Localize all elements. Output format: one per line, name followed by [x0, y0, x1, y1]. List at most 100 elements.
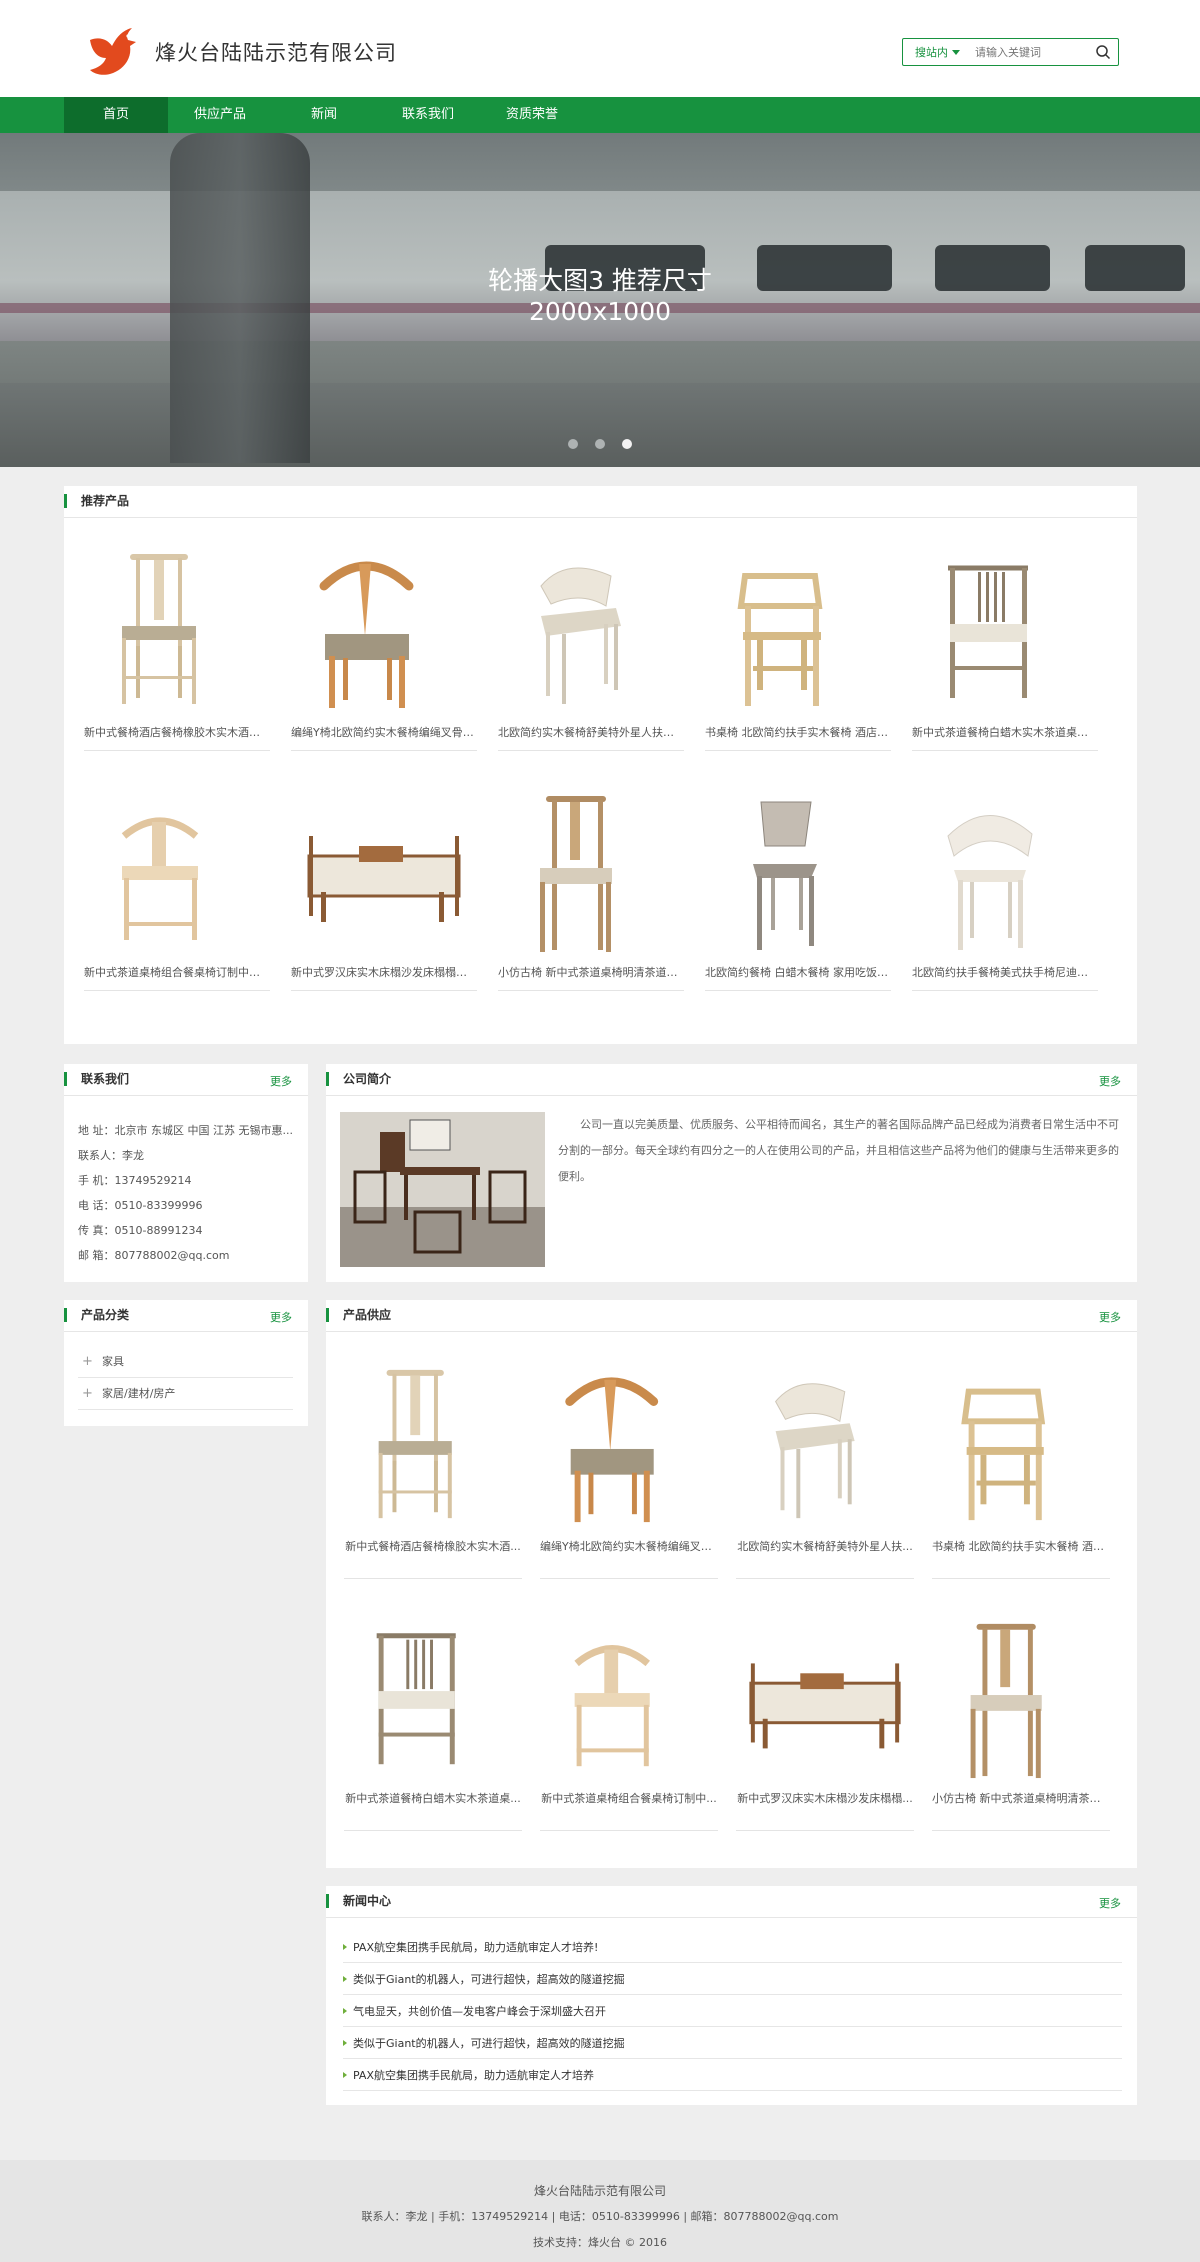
- nav-item-home[interactable]: 首页: [64, 97, 168, 133]
- category-item[interactable]: + 家具: [78, 1346, 293, 1378]
- panel-title: 公司简介: [326, 1072, 391, 1086]
- contact-more-link[interactable]: 更多: [270, 1073, 292, 1089]
- product-name[interactable]: 编绳Y椅北欧简约实木餐椅编绳叉骨...: [540, 1538, 718, 1579]
- intro-more-link[interactable]: 更多: [1099, 1073, 1121, 1089]
- product-name[interactable]: 新中式茶道桌椅组合餐桌椅订制中式茶...: [84, 964, 270, 991]
- product-card[interactable]: 新中式茶道餐椅白蜡木实木茶道桌...: [344, 1614, 522, 1831]
- nav-item-contact[interactable]: 联系我们: [376, 97, 480, 133]
- chair-product-image[interactable]: [713, 786, 883, 956]
- chair-product-image[interactable]: [937, 1614, 1105, 1782]
- chair-product-image[interactable]: [92, 546, 262, 716]
- product-card[interactable]: 北欧简约扶手餐椅美式扶手椅尼迪餐椅...: [912, 786, 1098, 991]
- news-item[interactable]: PAX航空集团携手民航局，助力适航审定人才培养!: [343, 1932, 1122, 1963]
- chair-product-image[interactable]: [92, 786, 262, 956]
- news-item[interactable]: 气电显天，共创价值—发电客户峰会于深圳盛大召开: [343, 1996, 1122, 2027]
- panel-title: 产品分类: [64, 1308, 129, 1322]
- news-title: 气电显天，共创价值—发电客户峰会于深圳盛大召开: [353, 2005, 606, 2018]
- intro-room-image[interactable]: [340, 1112, 545, 1267]
- product-card[interactable]: 书桌椅 北欧简约扶手实木餐椅 酒店椅 ...: [705, 546, 891, 751]
- news-title: 类似于Giant的机器人，可进行超快，超高效的隧道挖掘: [353, 1973, 625, 1986]
- product-name[interactable]: 新中式餐椅酒店餐椅橡胶木实木酒店饭...: [84, 724, 270, 751]
- search-input[interactable]: [975, 45, 1085, 59]
- product-name[interactable]: 小仿古椅 新中式茶道桌椅明清茶道仿...: [498, 964, 684, 991]
- search-box: 搜站内: [902, 38, 1119, 66]
- category-item[interactable]: + 家居/建材/房产: [78, 1378, 293, 1410]
- chair-product-image[interactable]: [506, 786, 676, 956]
- supply-more-link[interactable]: 更多: [1099, 1309, 1121, 1325]
- product-name[interactable]: 北欧简约实木餐椅舒美特外星人扶...: [736, 1538, 914, 1579]
- product-name[interactable]: 北欧简约餐椅 白蜡木餐椅 家用吃饭实...: [705, 964, 891, 991]
- panel-title: 新闻中心: [326, 1894, 391, 1908]
- panel-header: 产品供应 更多: [326, 1300, 1137, 1332]
- bird-logo-icon[interactable]: [82, 22, 142, 80]
- product-name[interactable]: 书桌椅 北欧简约扶手实木餐椅 酒店...: [932, 1538, 1110, 1579]
- product-supply-panel: 产品供应 更多 新中式餐椅酒店餐椅橡胶木实木酒... 编绳Y椅北欧简约实木餐椅编绳…: [326, 1300, 1137, 1868]
- product-name[interactable]: 书桌椅 北欧简约扶手实木餐椅 酒店椅 ...: [705, 724, 891, 751]
- bullet-arrow-icon: [343, 2072, 347, 2078]
- plus-icon: +: [82, 1354, 93, 1369]
- product-name[interactable]: 新中式罗汉床实木床榻沙发床榻榻米床...: [291, 964, 477, 991]
- chair-product-image[interactable]: [741, 1362, 909, 1530]
- chair-product-image[interactable]: [506, 546, 676, 716]
- nav-item-news[interactable]: 新闻: [272, 97, 376, 133]
- carousel-dot-3-active[interactable]: [622, 439, 632, 449]
- news-item[interactable]: 类似于Giant的机器人，可进行超快，超高效的隧道挖掘: [343, 1964, 1122, 1995]
- product-name[interactable]: 新中式餐椅酒店餐椅橡胶木实木酒...: [344, 1538, 522, 1579]
- categories-more-link[interactable]: 更多: [270, 1309, 292, 1325]
- product-card[interactable]: 新中式罗汉床实木床榻沙发床榻榻...: [736, 1614, 914, 1831]
- product-card[interactable]: 小仿古椅 新中式茶道桌椅明清茶道...: [932, 1614, 1110, 1831]
- carousel-dot-1[interactable]: [568, 439, 578, 449]
- product-name[interactable]: 小仿古椅 新中式茶道桌椅明清茶道...: [932, 1790, 1110, 1831]
- product-card[interactable]: 北欧简约餐椅 白蜡木餐椅 家用吃饭实...: [705, 786, 891, 991]
- chair-product-image[interactable]: [920, 786, 1090, 956]
- product-name[interactable]: 新中式茶道餐椅白蜡木实木茶道桌椅组...: [912, 724, 1098, 751]
- news-item[interactable]: PAX航空集团携手民航局，助力适航审定人才培养: [343, 2060, 1122, 2091]
- hero-banner[interactable]: 轮播大图3 推荐尺寸 2000x1000: [0, 133, 1200, 467]
- product-name[interactable]: 新中式茶道餐椅白蜡木实木茶道桌...: [344, 1790, 522, 1831]
- search-icon[interactable]: [1095, 44, 1111, 60]
- news-title: PAX航空集团携手民航局，助力适航审定人才培养!: [353, 1941, 599, 1954]
- product-name[interactable]: 新中式茶道桌椅组合餐桌椅订制中...: [540, 1790, 718, 1831]
- nav-item-honors[interactable]: 资质荣誉: [480, 97, 584, 133]
- product-card[interactable]: 小仿古椅 新中式茶道桌椅明清茶道仿...: [498, 786, 684, 991]
- product-name[interactable]: 编绳Y椅北欧简约实木餐椅编绳叉骨汉...: [291, 724, 477, 751]
- search-scope-dropdown[interactable]: 搜站内: [903, 44, 975, 60]
- chair-product-image[interactable]: [920, 546, 1090, 716]
- product-name[interactable]: 北欧简约实木餐椅舒美特外星人扶手太...: [498, 724, 684, 751]
- product-card[interactable]: 新中式罗汉床实木床榻沙发床榻榻米床...: [291, 786, 477, 991]
- carousel-dot-2[interactable]: [595, 439, 605, 449]
- company-name[interactable]: 烽火台陆陆示范有限公司: [155, 37, 397, 67]
- bullet-arrow-icon: [343, 2040, 347, 2046]
- chair-product-image[interactable]: [299, 786, 469, 956]
- product-card[interactable]: 编绳Y椅北欧简约实木餐椅编绳叉骨...: [540, 1362, 718, 1579]
- chair-product-image[interactable]: [937, 1362, 1105, 1530]
- product-card[interactable]: 新中式茶道桌椅组合餐桌椅订制中...: [540, 1614, 718, 1831]
- product-name[interactable]: 新中式罗汉床实木床榻沙发床榻榻...: [736, 1790, 914, 1831]
- news-panel: 新闻中心 更多 PAX航空集团携手民航局，助力适航审定人才培养! 类似于Gian…: [326, 1886, 1137, 2105]
- chair-product-image[interactable]: [713, 546, 883, 716]
- product-card[interactable]: 北欧简约实木餐椅舒美特外星人扶手太...: [498, 546, 684, 751]
- news-more-link[interactable]: 更多: [1099, 1895, 1121, 1911]
- chair-product-image[interactable]: [349, 1362, 517, 1530]
- chair-product-image[interactable]: [299, 546, 469, 716]
- product-card[interactable]: 书桌椅 北欧简约扶手实木餐椅 酒店...: [932, 1362, 1110, 1579]
- product-card[interactable]: 新中式茶道餐椅白蜡木实木茶道桌椅组...: [912, 546, 1098, 751]
- search-scope-label: 搜站内: [915, 46, 948, 59]
- product-card[interactable]: 新中式餐椅酒店餐椅橡胶木实木酒...: [344, 1362, 522, 1579]
- chair-product-image[interactable]: [545, 1362, 713, 1530]
- product-card[interactable]: 新中式餐椅酒店餐椅橡胶木实木酒店饭...: [84, 546, 270, 751]
- company-intro-panel: 公司简介 更多 公司一直以完美质量、优质服务、公平相待而闻名，其生产的著名国际品…: [326, 1064, 1137, 1282]
- product-name[interactable]: 北欧简约扶手餐椅美式扶手椅尼迪餐椅...: [912, 964, 1098, 991]
- contact-phone: 电 话：0510-83399996: [78, 1199, 203, 1212]
- news-item[interactable]: 类似于Giant的机器人，可进行超快，超高效的隧道挖掘: [343, 2028, 1122, 2059]
- product-card[interactable]: 新中式茶道桌椅组合餐桌椅订制中式茶...: [84, 786, 270, 991]
- panel-header: 联系我们 更多: [64, 1064, 308, 1096]
- chair-product-image[interactable]: [741, 1614, 909, 1782]
- product-card[interactable]: 编绳Y椅北欧简约实木餐椅编绳叉骨汉...: [291, 546, 477, 751]
- product-card[interactable]: 北欧简约实木餐椅舒美特外星人扶...: [736, 1362, 914, 1579]
- nav-item-products[interactable]: 供应产品: [168, 97, 272, 133]
- contact-email: 邮 箱：807788002@qq.com: [78, 1249, 230, 1262]
- chair-product-image[interactable]: [545, 1614, 713, 1782]
- chair-product-image[interactable]: [349, 1614, 517, 1782]
- footer-support[interactable]: 技术支持：烽火台 © 2016: [0, 2234, 1200, 2250]
